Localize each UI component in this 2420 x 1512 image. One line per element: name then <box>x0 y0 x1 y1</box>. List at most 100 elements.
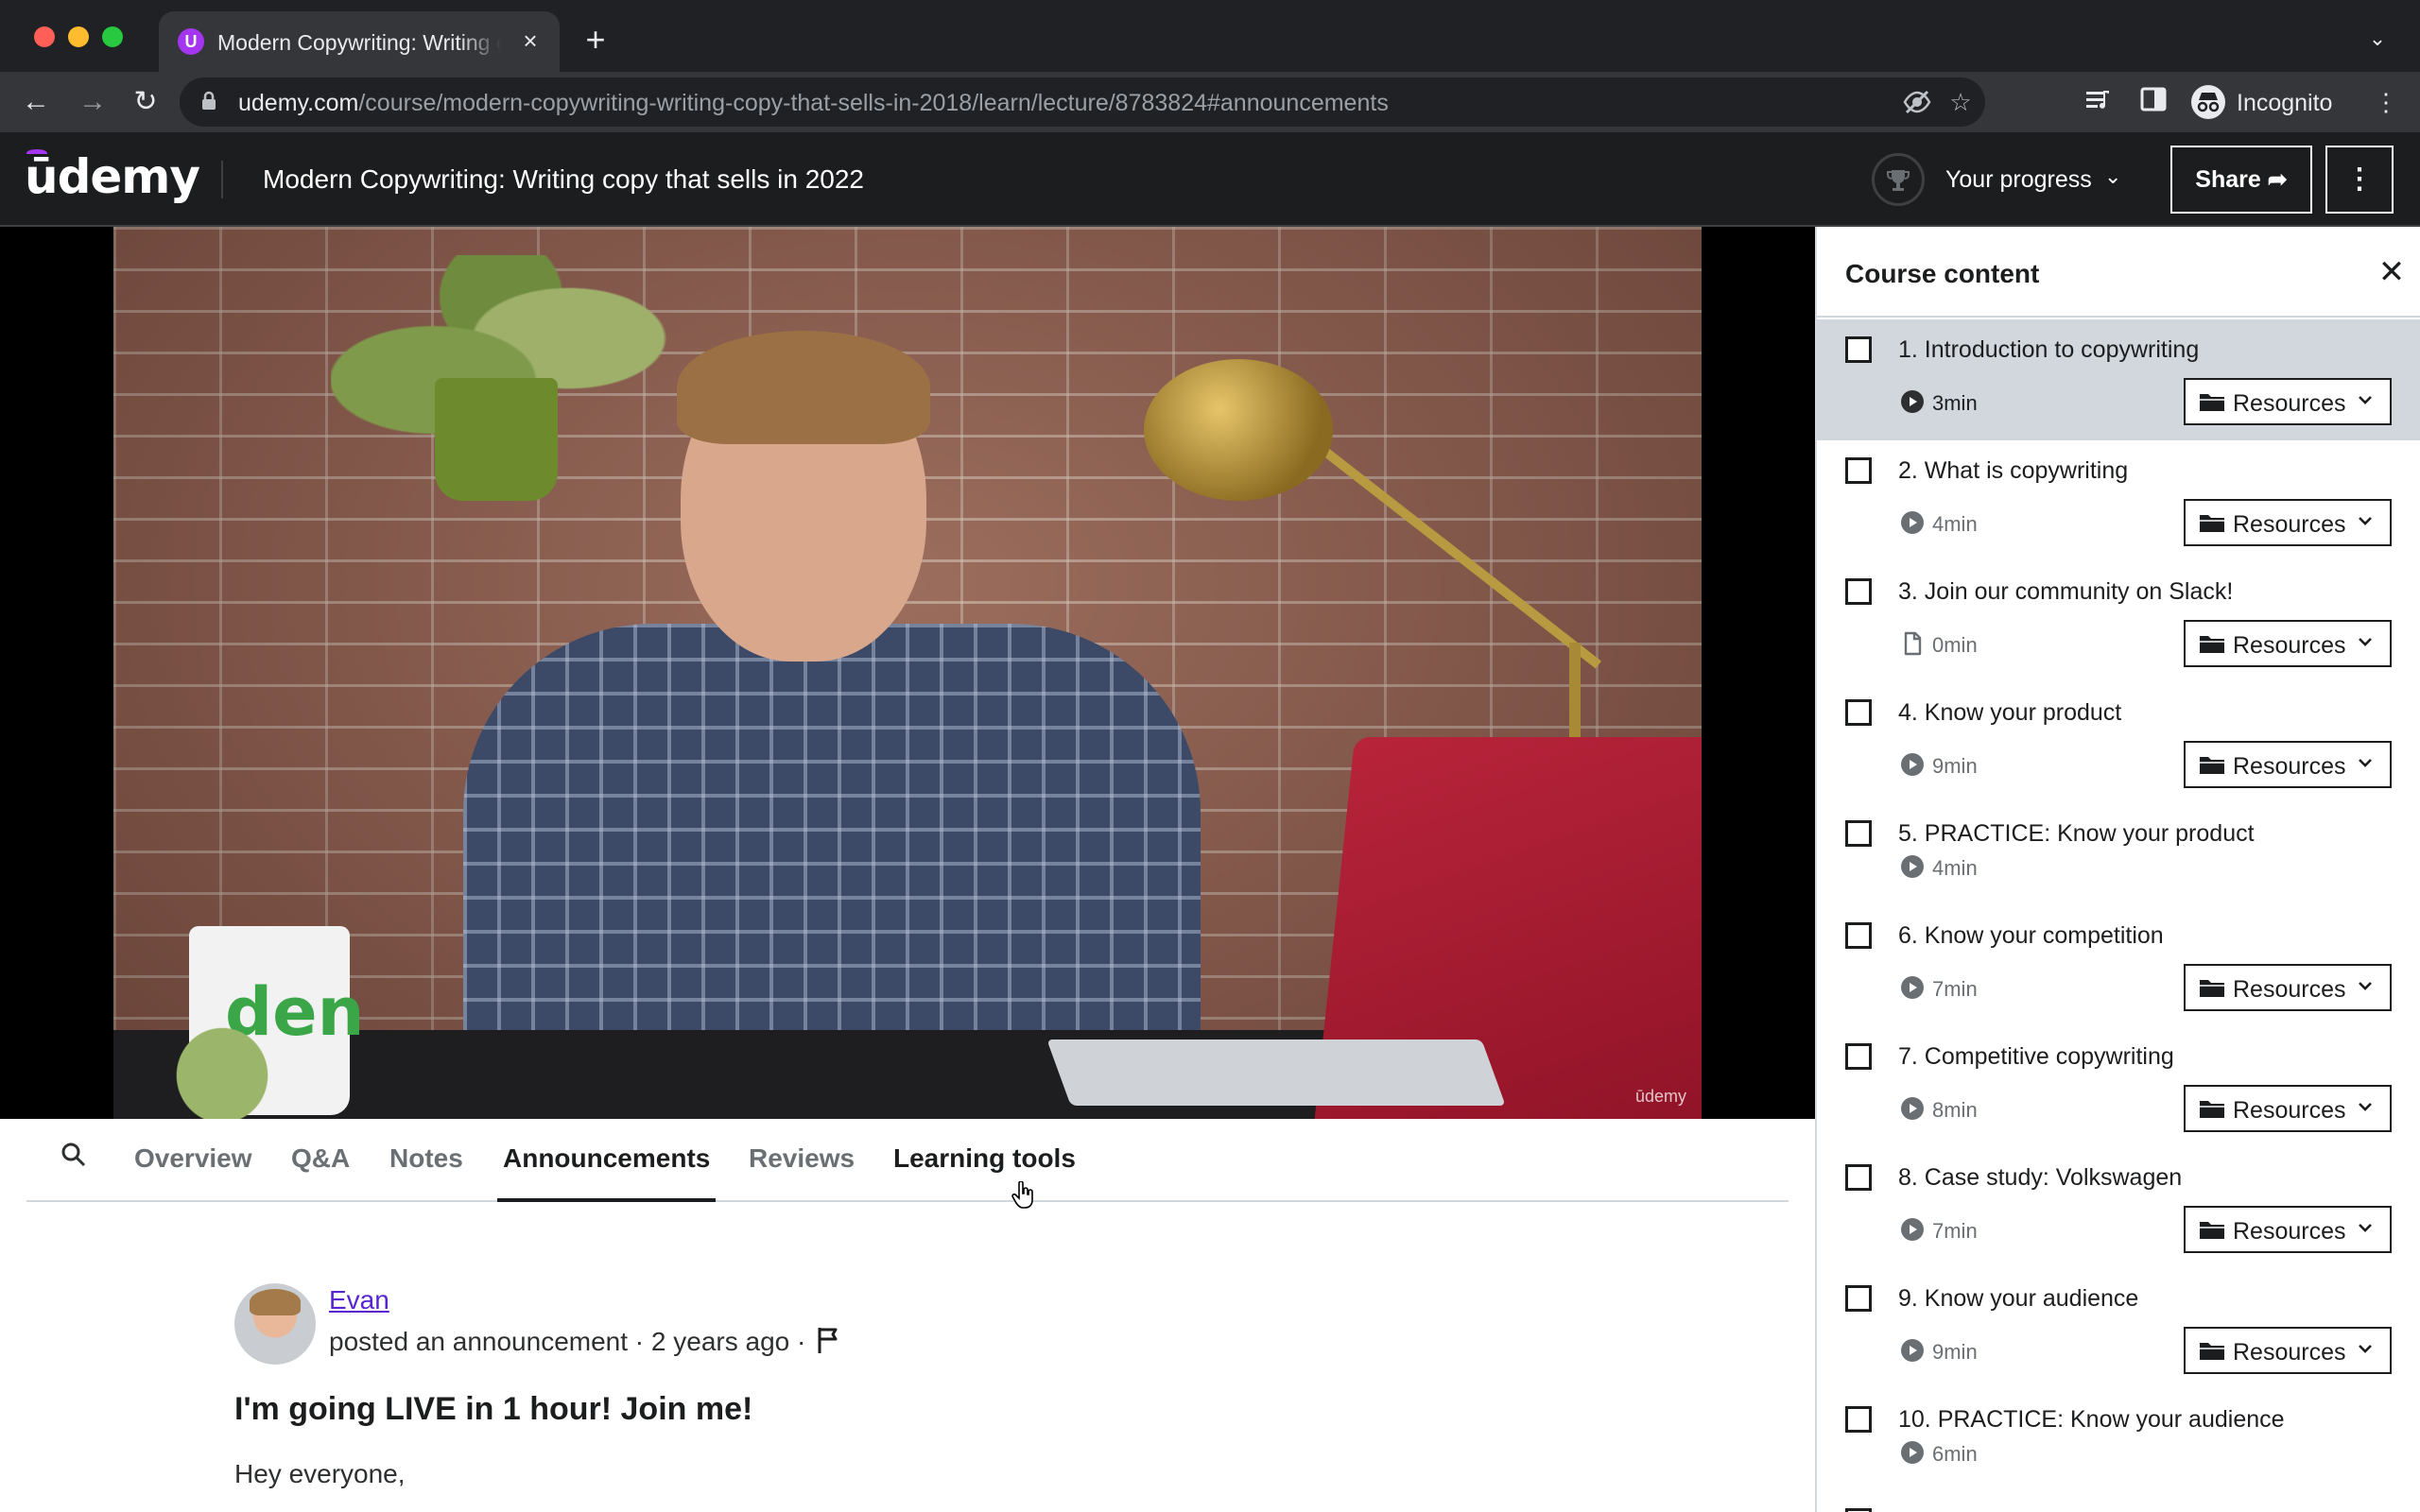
lock-icon[interactable] <box>200 91 217 112</box>
tab-overview[interactable]: Overview <box>134 1143 252 1202</box>
report-flag-icon[interactable] <box>815 1325 843 1355</box>
lecture-item[interactable]: 7. Competitive copywriting 8min Resources <box>1817 1026 2420 1147</box>
lecture-item[interactable]: 4. Know your product 9min Resources <box>1817 682 2420 803</box>
lecture-complete-checkbox[interactable] <box>1845 1508 1872 1512</box>
tracking-eye-off-icon[interactable] <box>1902 87 1932 117</box>
lecture-item[interactable]: 5. PRACTICE: Know your product 4min <box>1817 803 2420 905</box>
author-link[interactable]: Evan <box>329 1285 389 1315</box>
lecture-item[interactable]: 8. Case study: Volkswagen 7min Resources <box>1817 1147 2420 1268</box>
lecture-complete-checkbox[interactable] <box>1845 1164 1872 1191</box>
lecture-title[interactable]: 5. PRACTICE: Know your product <box>1898 820 2255 848</box>
lecture-complete-checkbox[interactable] <box>1845 1406 1872 1433</box>
lecture-complete-checkbox[interactable] <box>1845 336 1872 363</box>
lecture-duration: 9min <box>1932 754 1978 778</box>
lecture-duration: 4min <box>1932 856 1978 880</box>
side-panel-icon[interactable] <box>2136 85 2170 119</box>
lecture-title[interactable]: 1. Introduction to copywriting <box>1898 336 2199 364</box>
resources-dropdown-button[interactable]: Resources <box>2184 964 2392 1011</box>
video-frame[interactable]: den ūdemy <box>113 227 1702 1119</box>
your-progress-button[interactable]: Your progress ⌄ <box>1872 146 2127 214</box>
resources-dropdown-button[interactable]: Resources <box>2184 1085 2392 1132</box>
lecture-item[interactable]: 10. PRACTICE: Know your audience 6min <box>1817 1389 2420 1491</box>
resources-dropdown-button[interactable]: Resources <box>2184 620 2392 667</box>
lecture-complete-checkbox[interactable] <box>1845 699 1872 726</box>
lecture-title[interactable]: 6. Know your competition <box>1898 922 2164 950</box>
lecture-complete-checkbox[interactable] <box>1845 820 1872 847</box>
lecture-duration: 3min <box>1932 391 1978 415</box>
lecture-title[interactable]: 7. Competitive copywriting <box>1898 1043 2174 1071</box>
lecture-duration: 8min <box>1932 1098 1978 1122</box>
tab-search-icon[interactable]: ⌄ <box>2363 26 2392 55</box>
lecture-title[interactable]: 3. Join our community on Slack! <box>1898 578 2233 606</box>
play-circle-icon <box>1900 854 1925 879</box>
resources-label: Resources <box>2233 1218 2346 1245</box>
lecture-title[interactable]: 2. What is copywriting <box>1898 457 2128 485</box>
succulent-plant <box>151 1002 293 1119</box>
resources-dropdown-button[interactable]: Resources <box>2184 741 2392 788</box>
lecture-item[interactable]: 3. Join our community on Slack! 0min Resou… <box>1817 561 2420 682</box>
lecture-duration: 7min <box>1932 1219 1978 1243</box>
close-icon[interactable]: ✕ <box>2375 255 2409 289</box>
lecture-complete-checkbox[interactable] <box>1845 922 1872 949</box>
lecture-title[interactable]: 10. PRACTICE: Know your audience <box>1898 1406 2285 1434</box>
back-arrow-icon[interactable]: ← <box>17 83 55 121</box>
tab-announcements[interactable]: Announcements <box>497 1143 717 1202</box>
course-title[interactable]: Modern Copywriting: Writing copy that se… <box>263 164 864 195</box>
udemy-logo[interactable]: ūdemy <box>25 149 200 204</box>
lecture-complete-checkbox[interactable] <box>1845 1285 1872 1312</box>
laptop-base <box>1046 1040 1506 1106</box>
lecture-item[interactable]: 1. Introduction to copywriting 3min Resour… <box>1817 319 2420 440</box>
resources-dropdown-button[interactable]: Resources <box>2184 1206 2392 1253</box>
lecture-title[interactable]: 4. Know your product <box>1898 699 2121 727</box>
announcement-title: I'm going LIVE in 1 hour! Join me! <box>234 1391 753 1427</box>
author-avatar[interactable] <box>234 1283 316 1365</box>
desk-lamp <box>1144 359 1333 501</box>
tab-reviews[interactable]: Reviews <box>749 1143 855 1202</box>
lecture-title[interactable]: 8. Case study: Volkswagen <box>1898 1164 2182 1192</box>
lecture-complete-checkbox[interactable] <box>1845 1043 1872 1070</box>
lecture-complete-checkbox[interactable] <box>1845 578 1872 605</box>
browser-tab-title: Modern Copywriting: Writing copy that se… <box>217 30 501 55</box>
new-tab-button[interactable]: + <box>579 23 613 57</box>
resources-dropdown-button[interactable]: Resources <box>2184 499 2392 546</box>
video-player[interactable]: den ūdemy <box>0 227 1815 1119</box>
browser-tab-bar: U Modern Copywriting: Writing copy that … <box>0 0 2420 72</box>
media-queue-icon[interactable] <box>2082 85 2116 119</box>
more-options-icon[interactable]: ⋮ <box>2325 146 2394 214</box>
lecture-item[interactable]: 9. Know your audience 9min Resources <box>1817 1268 2420 1389</box>
tab-qa[interactable]: Q&A <box>291 1143 350 1202</box>
folder-icon <box>2199 1219 2225 1240</box>
browser-tab[interactable]: U Modern Copywriting: Writing copy that … <box>159 11 560 72</box>
share-arrow-icon: ➦ <box>2267 166 2288 193</box>
window-zoom-button[interactable] <box>102 26 123 47</box>
lecture-title[interactable]: 9. Know your audience <box>1898 1285 2138 1313</box>
lecture-duration: 7min <box>1932 977 1978 1001</box>
search-icon[interactable] <box>60 1142 95 1176</box>
share-button[interactable]: Share ➦ <box>2170 146 2312 214</box>
tab-close-icon[interactable]: × <box>516 26 544 55</box>
lecture-title[interactable]: 11. Know your voice and tone <box>1898 1508 2208 1512</box>
reload-icon[interactable]: ↻ <box>127 83 164 121</box>
tab-learning-tools[interactable]: Learning tools <box>893 1143 1076 1202</box>
incognito-profile-button[interactable]: Incognito <box>2191 83 2350 121</box>
logo-hat-mark <box>26 149 47 157</box>
bookmark-star-icon[interactable]: ☆ <box>1945 87 1976 117</box>
resources-dropdown-button[interactable]: Resources <box>2184 1327 2392 1374</box>
chevron-down-icon <box>2356 511 2375 530</box>
sidebar-title: Course content <box>1845 259 2040 288</box>
browser-menu-icon[interactable]: ⋮ <box>2369 85 2403 119</box>
lecture-duration: 6min <box>1932 1442 1978 1466</box>
lecture-item[interactable]: 2. What is copywriting 4min Resources <box>1817 440 2420 561</box>
resources-dropdown-button[interactable]: Resources <box>2184 378 2392 425</box>
chevron-down-icon <box>2356 976 2375 995</box>
lecture-item[interactable]: 11. Know your voice and tone <box>1817 1491 2420 1512</box>
lecture-item[interactable]: 6. Know your competition 7min Resources <box>1817 905 2420 1026</box>
window-close-button[interactable] <box>34 26 55 47</box>
tab-notes[interactable]: Notes <box>389 1143 463 1202</box>
url-text[interactable]: udemy.com/course/modern-copywriting-writ… <box>238 90 1389 117</box>
forward-arrow-icon[interactable]: → <box>74 83 112 121</box>
address-bar[interactable]: udemy.com/course/modern-copywriting-writ… <box>180 77 1985 127</box>
browser-toolbar: ← → ↻ udemy.com/course/modern-copywritin… <box>0 72 2420 132</box>
window-minimize-button[interactable] <box>68 26 89 47</box>
lecture-complete-checkbox[interactable] <box>1845 457 1872 484</box>
